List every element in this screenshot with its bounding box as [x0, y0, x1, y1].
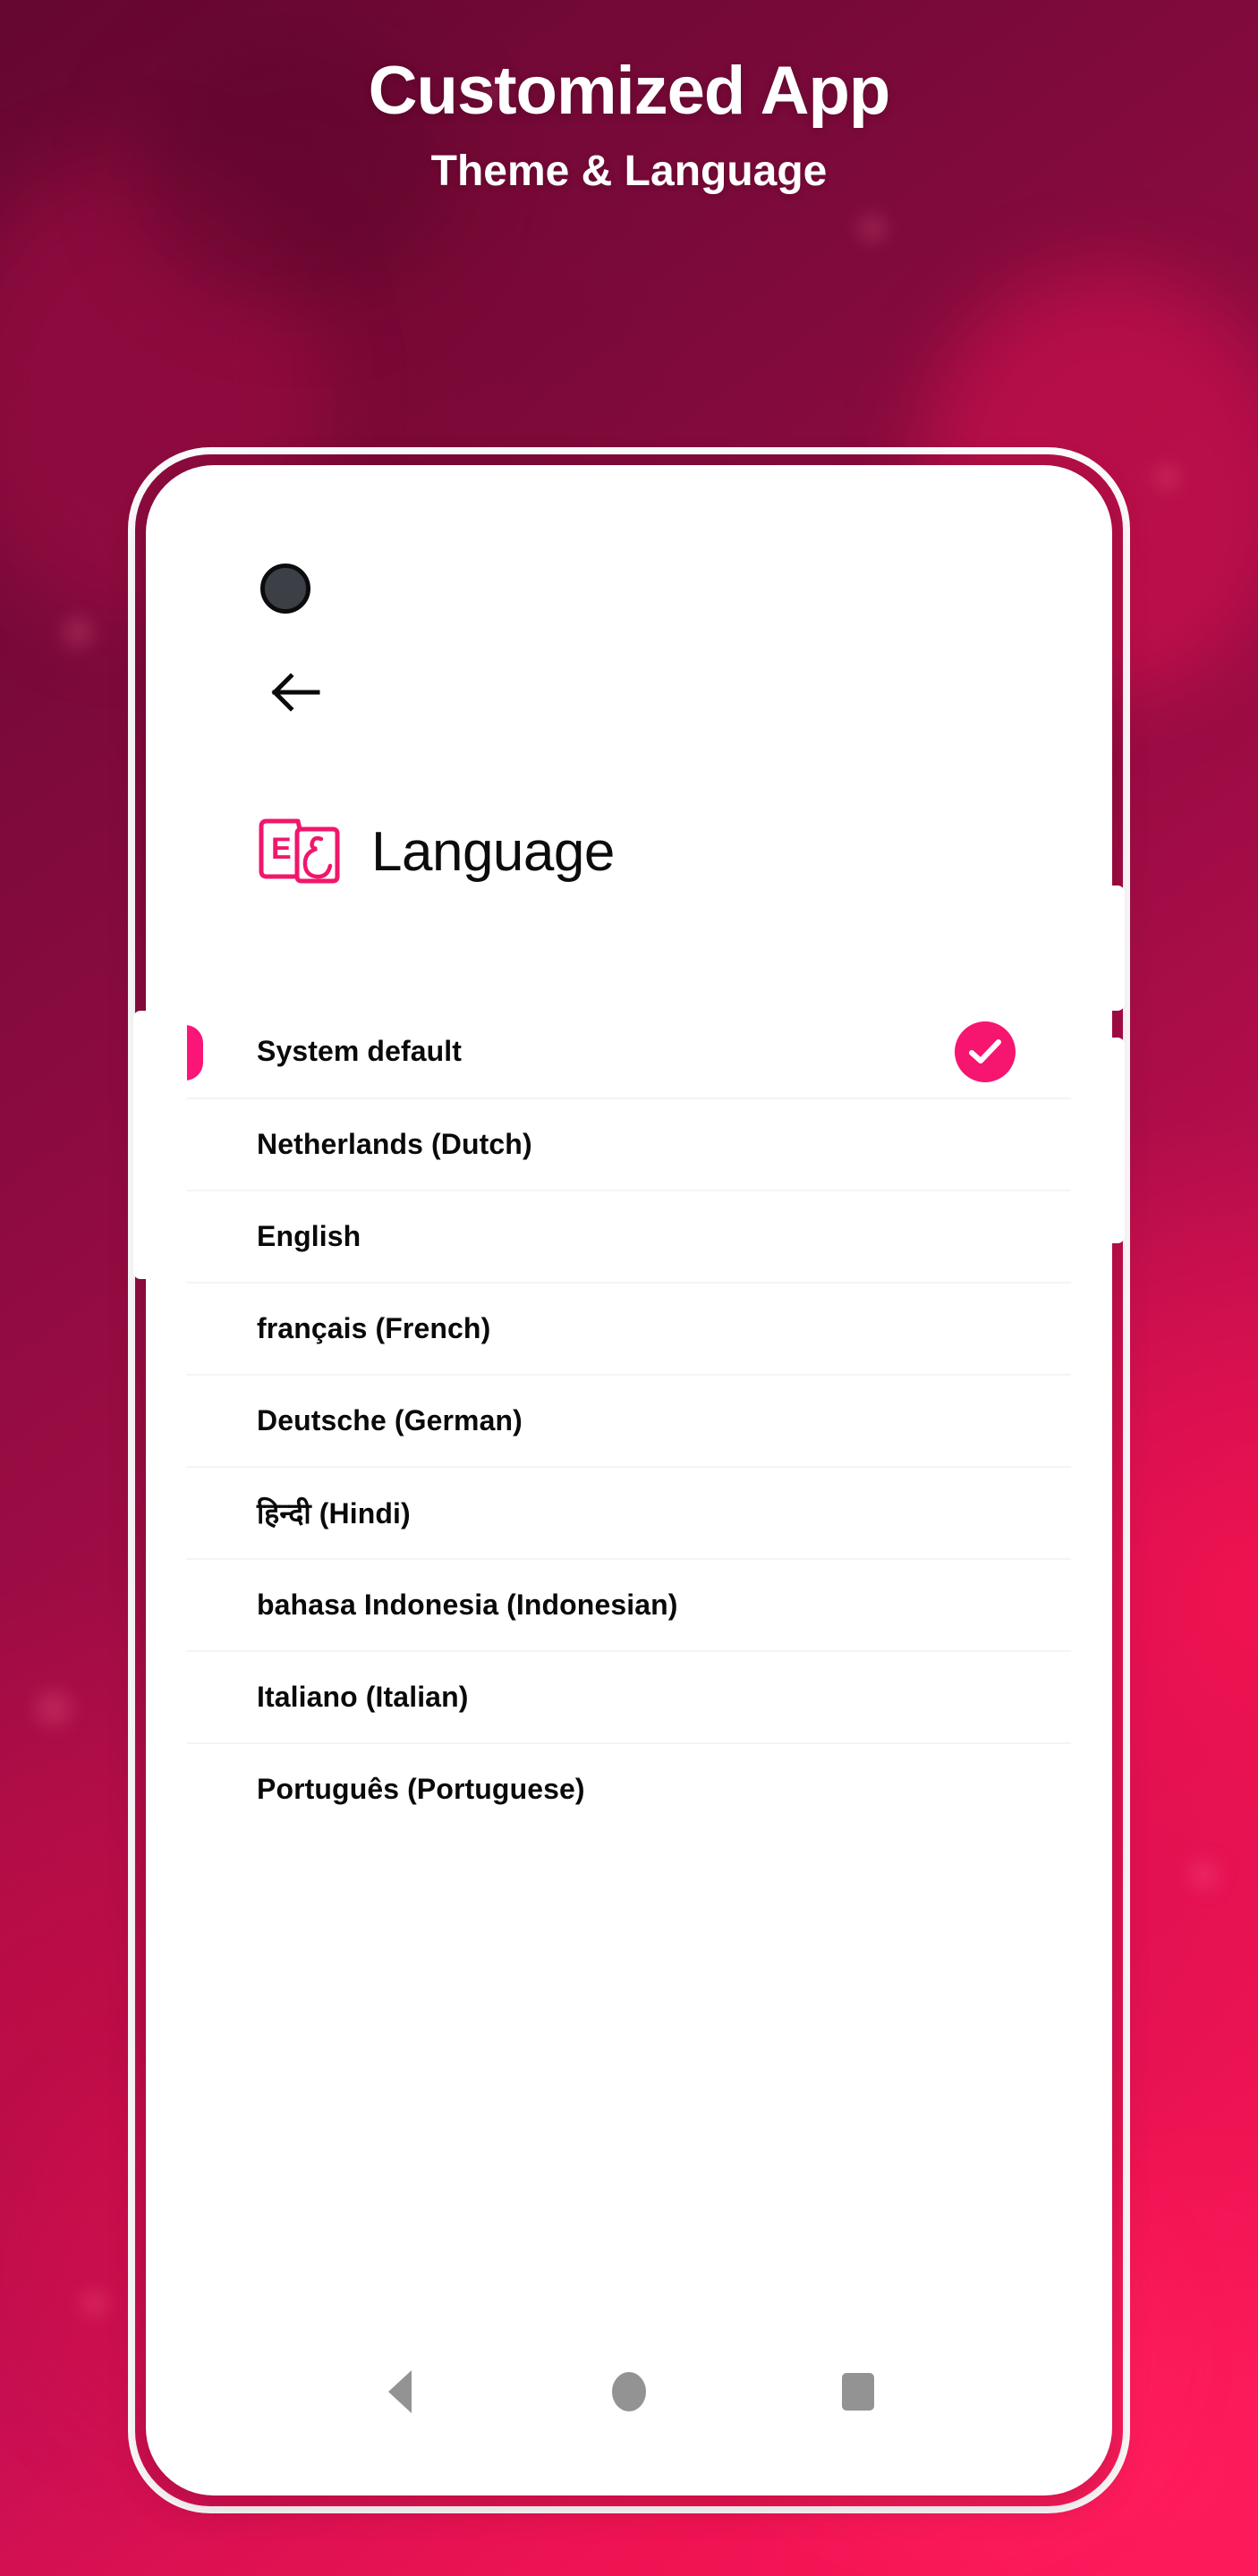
back-button[interactable] [251, 648, 341, 737]
promo-headline: Customized App Theme & Language [0, 55, 1258, 196]
language-option-french[interactable]: français (French) [187, 1282, 1071, 1374]
language-label: Deutsche (German) [257, 1404, 523, 1436]
language-label: Português (Portuguese) [257, 1773, 585, 1805]
promo-subtitle: Theme & Language [430, 147, 828, 195]
page-title: Language [371, 821, 615, 883]
nav-recents-button[interactable] [804, 2356, 912, 2428]
android-navigation-bar [187, 2334, 1071, 2449]
nav-recents-square-icon [842, 2373, 874, 2411]
language-label: français (French) [257, 1312, 491, 1344]
language-label: Italiano (Italian) [257, 1681, 469, 1713]
phone-body: E Language System default Netherlands (D… [133, 465, 1125, 2496]
back-arrow-icon [271, 673, 321, 712]
volume-rocker-button[interactable] [133, 1011, 148, 1279]
language-label: bahasa Indonesia (Indonesian) [257, 1589, 678, 1621]
language-cards-logo-icon: E [257, 818, 343, 887]
language-label: हिन्दी (Hindi) [257, 1497, 411, 1530]
language-label: English [257, 1220, 361, 1252]
promo-title: Customized App [368, 53, 891, 129]
language-option-system-default[interactable]: System default [187, 1005, 1071, 1097]
bg-sparkle [81, 2290, 107, 2317]
power-button[interactable] [1110, 886, 1125, 1011]
nav-home-button[interactable] [575, 2356, 683, 2428]
nav-back-button[interactable] [346, 2356, 454, 2428]
language-option-german[interactable]: Deutsche (German) [187, 1374, 1071, 1466]
nav-home-circle-icon [612, 2372, 646, 2411]
check-icon [955, 1021, 1016, 1082]
app-header: E Language [257, 818, 615, 887]
front-camera-icon [260, 564, 310, 614]
nav-back-triangle-icon [388, 2370, 412, 2413]
bg-sparkle [63, 617, 93, 648]
bg-sparkle [1154, 465, 1179, 490]
language-label: System default [257, 1035, 463, 1067]
volume-button-right[interactable] [1110, 1038, 1125, 1243]
language-label: Netherlands (Dutch) [257, 1128, 532, 1160]
phone-mockup: E Language System default Netherlands (D… [128, 447, 1130, 2513]
language-option-english[interactable]: English [187, 1190, 1071, 1282]
language-option-hindi[interactable]: हिन्दी (Hindi) [187, 1466, 1071, 1558]
svg-text:E: E [271, 832, 292, 866]
language-list: System default Netherlands (Dutch) Engli… [187, 1005, 1071, 2449]
language-option-dutch[interactable]: Netherlands (Dutch) [187, 1097, 1071, 1190]
bg-sparkle [36, 1690, 72, 1726]
phone-screen: E Language System default Netherlands (D… [187, 496, 1071, 2449]
language-option-indonesian[interactable]: bahasa Indonesia (Indonesian) [187, 1558, 1071, 1650]
bg-sparkle [1190, 1860, 1219, 1889]
language-option-portuguese[interactable]: Português (Portuguese) [187, 1742, 1071, 1835]
selected-indicator [187, 1025, 203, 1080]
language-option-italian[interactable]: Italiano (Italian) [187, 1650, 1071, 1742]
bg-sparkle [859, 215, 886, 242]
